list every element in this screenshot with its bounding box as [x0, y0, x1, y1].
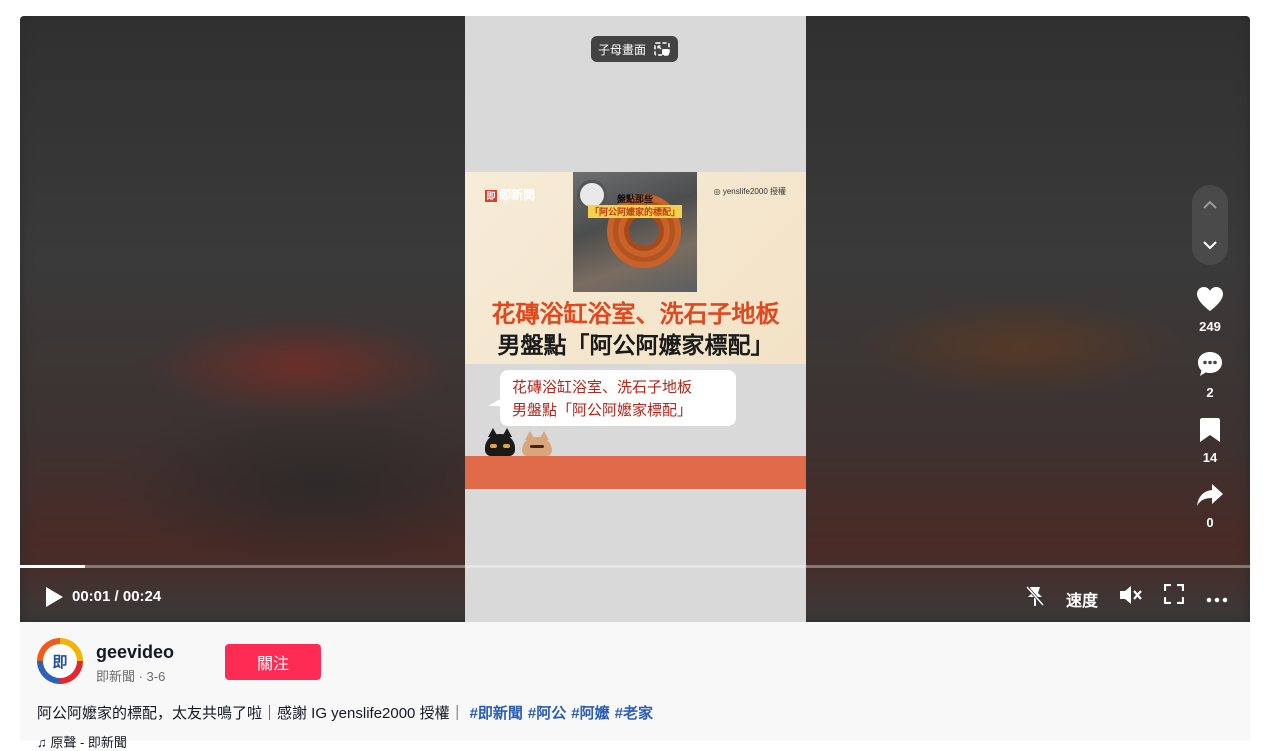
player-controls: 00:01 / 00:24 速度: [20, 572, 1250, 622]
music-link[interactable]: ♫ 原聲 - 即新聞: [37, 732, 127, 751]
more-options-button[interactable]: [1206, 590, 1228, 608]
description-text: 阿公阿嬤家的標配，太友共鳴了啦｜感謝 IG yenslife2000 授權｜: [37, 705, 465, 722]
pip-icon: [654, 42, 670, 56]
comment-icon: [1198, 352, 1222, 376]
floating-player-button[interactable]: [1024, 584, 1046, 613]
speech-bubble: 花磚浴缸浴室、洗石子地板 男盤點「阿公阿嬤家標配」: [488, 370, 736, 426]
photo-caption-line1: 盤點那些: [616, 194, 653, 204]
brand-logo: 即即新聞: [485, 186, 535, 203]
play-icon: [46, 587, 63, 607]
picture-in-picture-button[interactable]: 子母畫面: [591, 36, 679, 62]
bubble-line2: 男盤點「阿公阿嬤家標配」: [512, 402, 693, 419]
avatar-logo: 即: [43, 644, 77, 678]
brand-logo-text: 即新聞: [499, 188, 536, 202]
chevron-up-icon: [1203, 200, 1217, 209]
video-frame[interactable]: 盤點那些 「阿公阿嬤家的標配」 即即新聞 ◎ yenslife2000 授權 花…: [465, 16, 806, 622]
chevron-down-icon: [1203, 241, 1217, 250]
video-description: 阿公阿嬤家的標配，太友共鳴了啦｜感謝 IG yenslife2000 授權｜ #即…: [37, 702, 653, 723]
orange-band: [465, 456, 806, 489]
heart-icon: [1197, 287, 1223, 311]
share-button[interactable]: 0: [1185, 482, 1235, 530]
photo-caption: 盤點那些 「阿公阿嬤家的標配」: [583, 192, 687, 218]
like-button[interactable]: 249: [1185, 286, 1235, 334]
more-horizontal-icon: [1206, 597, 1228, 603]
avatar[interactable]: 即: [37, 638, 83, 684]
bookmark-icon: [1200, 418, 1220, 442]
fullscreen-icon: [1163, 583, 1185, 605]
headline-line1: 花磚浴缸浴室、洗石子地板: [491, 301, 780, 328]
ig-credit: ◎ yenslife2000 授權: [713, 187, 786, 196]
progress-bar[interactable]: [20, 565, 1250, 568]
tan-cat-icon: [522, 431, 552, 456]
previous-video-button[interactable]: [1192, 185, 1228, 225]
author-meta: 即新聞 · 3-6: [96, 669, 166, 684]
brand-logo-mark: 即: [485, 190, 497, 202]
follow-button[interactable]: 關注: [225, 644, 321, 680]
next-video-button[interactable]: [1192, 225, 1228, 265]
bookmark-count: 14: [1202, 450, 1218, 465]
video-navigation: [1192, 185, 1228, 265]
mute-button[interactable]: [1118, 584, 1144, 611]
video-player[interactable]: 盤點那些 「阿公阿嬤家的標配」 即即新聞 ◎ yenslife2000 授權 花…: [20, 16, 1250, 622]
fullscreen-button[interactable]: [1163, 583, 1185, 609]
bubble-line1: 花磚浴缸浴室、洗石子地板: [512, 379, 693, 396]
volume-muted-icon: [1120, 586, 1142, 604]
pip-label: 子母畫面: [598, 42, 647, 57]
headline-line2: 男盤點「阿公阿嬤家標配」: [497, 332, 774, 358]
like-count: 249: [1199, 319, 1221, 334]
share-arrow-icon: [1197, 484, 1223, 506]
video-thumbnail: 盤點那些 「阿公阿嬤家的標配」 即即新聞 ◎ yenslife2000 授權 花…: [465, 172, 806, 364]
hashtag-link[interactable]: #老家: [615, 705, 653, 722]
author-username[interactable]: geevideo: [96, 642, 174, 663]
time-display: 00:01 / 00:24: [72, 588, 162, 605]
black-cat-icon: [485, 428, 515, 456]
bookmark-button[interactable]: 14: [1185, 417, 1235, 465]
speed-button[interactable]: 速度: [1066, 587, 1098, 611]
comment-button[interactable]: 2: [1185, 350, 1235, 400]
play-button[interactable]: [44, 586, 64, 613]
hashtag-link[interactable]: #阿嬤: [571, 705, 609, 722]
video-info: 即 geevideo 即新聞 · 3-6 關注 阿公阿嬤家的標配，太友共鳴了啦｜…: [20, 622, 1250, 750]
comment-count: 2: [1206, 385, 1214, 400]
pin-off-icon: [1025, 586, 1045, 606]
hashtag-link[interactable]: #阿公: [528, 705, 566, 722]
photo-caption-line2: 「阿公阿嬤家的標配」: [587, 205, 682, 218]
share-count: 0: [1206, 515, 1214, 530]
hashtag-link[interactable]: #即新聞: [470, 705, 523, 722]
progress-bar-fill: [20, 565, 86, 568]
